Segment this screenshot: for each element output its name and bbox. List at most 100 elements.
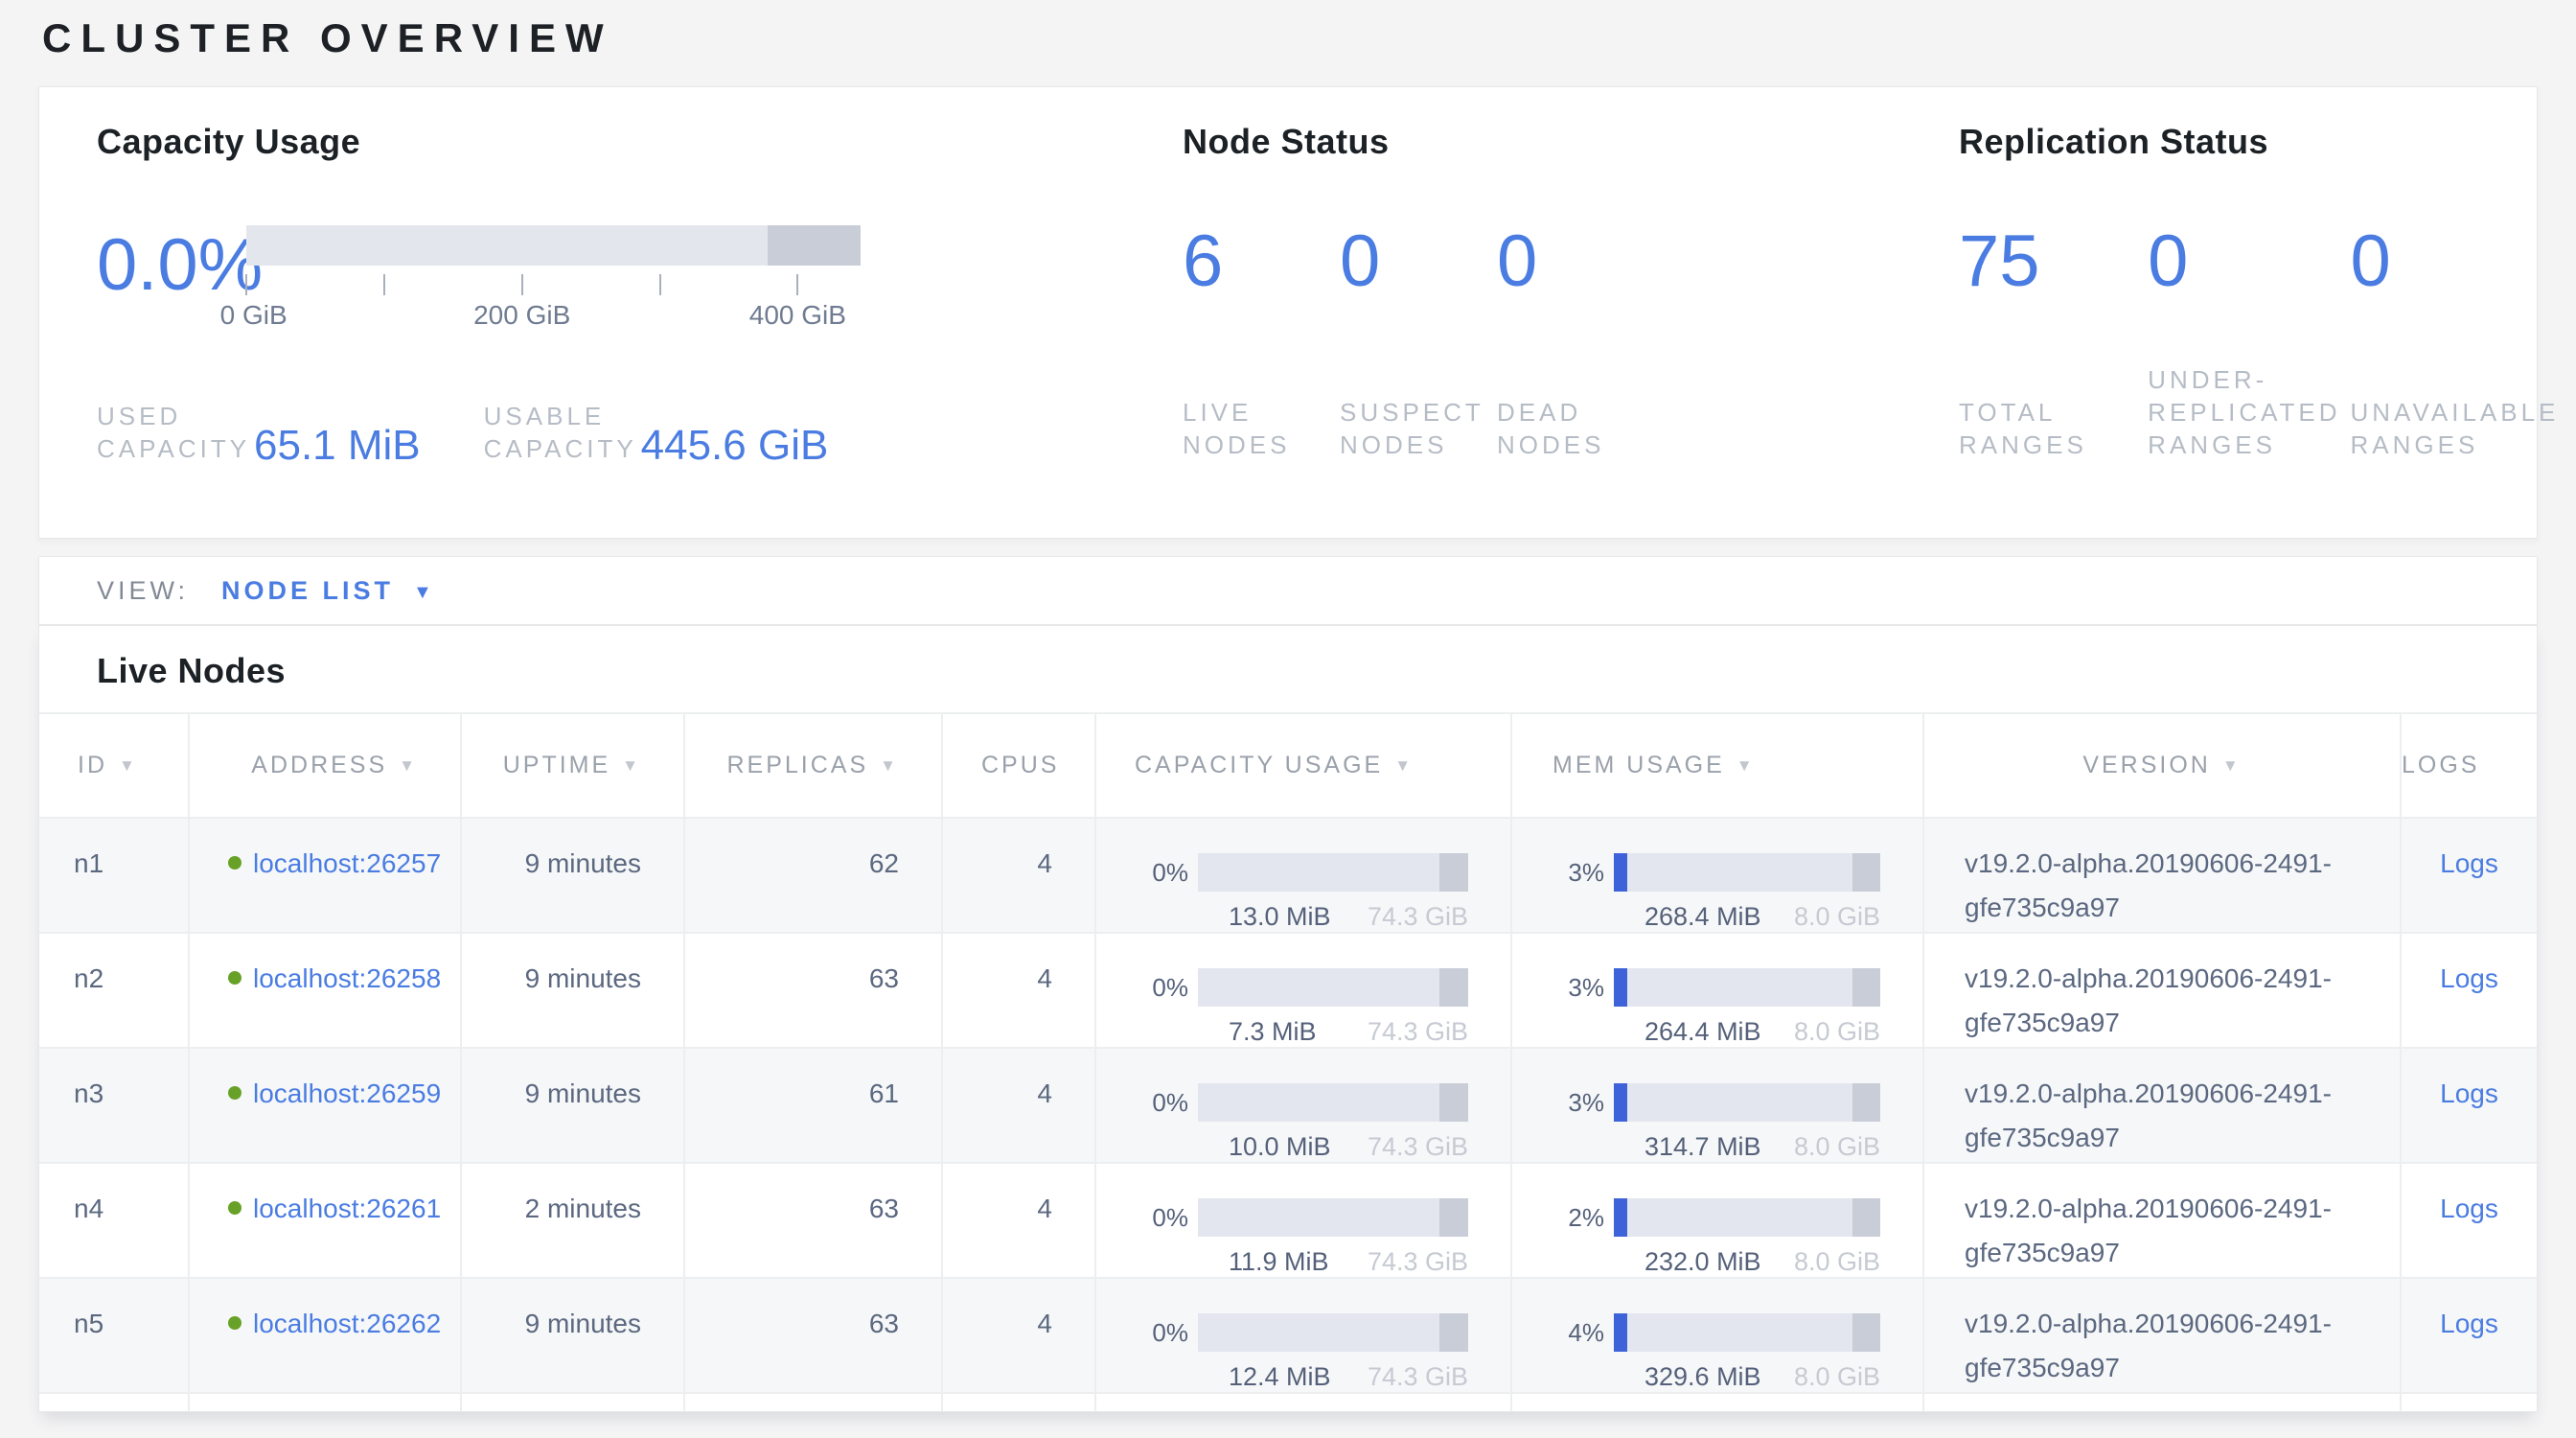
column-header[interactable]: UPTIME ▼: [462, 714, 685, 817]
live-nodes-panel: Live Nodes ID ▼ ADDRESS ▼ UPTIME ▼: [38, 625, 2538, 1412]
mem-bar-fill: [1614, 1313, 1627, 1352]
cpus-cell: 4: [943, 1049, 1096, 1171]
replicas-cell: 63: [685, 1279, 943, 1402]
capacity-bar: [1198, 1083, 1468, 1122]
table-row: n5 localhost:26262 9 minutes 63 4 0%: [39, 1277, 2537, 1392]
uptime-cell: 9 minutes: [462, 1279, 685, 1402]
capacity-usage-cell: 0% 7.3 MiB 74.3 GiB: [1096, 934, 1512, 1056]
node-address-link[interactable]: localhost:26261: [253, 1187, 445, 1231]
column-header[interactable]: CAPACITY USAGE ▼: [1096, 714, 1512, 817]
cluster-overview-page: CLUSTER OVERVIEW Capacity Usage 0.0% 0 G…: [0, 0, 2576, 1438]
capacity-bar: [1198, 968, 1468, 1007]
table-row: n4 localhost:26261 2 minutes 63 4 0%: [39, 1162, 2537, 1277]
mem-percent-label: 2%: [1551, 1205, 1614, 1230]
column-header[interactable]: LOGS: [2402, 714, 2537, 817]
node-status-title: Node Status: [1183, 122, 1959, 162]
summary-panel: Capacity Usage 0.0% 0 GiB 200 GiB 400 Gi…: [38, 86, 2538, 539]
node-id-cell: n1: [39, 819, 190, 941]
column-header[interactable]: REPLICAS ▼: [685, 714, 943, 817]
node-id-cell: n4: [39, 1164, 190, 1287]
capacity-usage-section: Capacity Usage 0.0% 0 GiB 200 GiB 400 Gi…: [97, 122, 1183, 538]
sort-desc-icon: ▼: [1736, 756, 1756, 776]
logs-link[interactable]: Logs: [2440, 1194, 2498, 1223]
column-header-label: MEM USAGE: [1552, 752, 1725, 779]
partial-next-row: [39, 1392, 2537, 1412]
stat-value: 0: [2148, 225, 2340, 298]
replication-status-title: Replication Status: [1959, 122, 2576, 162]
logs-link[interactable]: Logs: [2440, 1078, 2498, 1108]
node-address-link[interactable]: localhost:26259: [253, 1072, 445, 1116]
stat-label: SUSPECT NODES: [1340, 396, 1474, 461]
node-address-link[interactable]: localhost:26258: [253, 957, 445, 1001]
view-bar: VIEW: NODE LIST ▼: [38, 556, 2538, 625]
stat-value: 0: [1497, 225, 1631, 298]
mem-bar-end-segment: [1852, 968, 1880, 1007]
axis-tick-label: 400 GiB: [749, 300, 846, 331]
capacity-usage-bar: 0 GiB 200 GiB 400 GiB: [246, 225, 861, 329]
logs-link[interactable]: Logs: [2440, 848, 2498, 878]
logs-link[interactable]: Logs: [2440, 1309, 2498, 1338]
column-header[interactable]: CPUS: [943, 714, 1096, 817]
sort-desc-icon: ▼: [1394, 756, 1414, 776]
capacity-percent-label: 0%: [1135, 1090, 1198, 1115]
version-cell: v19.2.0-alpha.20190606-2491-gfe735c9a97: [1924, 934, 2402, 1056]
node-address-cell: localhost:26257: [190, 819, 462, 941]
stat-label: DEAD NODES: [1497, 396, 1631, 461]
capacity-percent-label: 0%: [1135, 1320, 1198, 1345]
mem-bar-fill: [1614, 1198, 1627, 1237]
table-row: n1 localhost:26257 9 minutes 62 4 0%: [39, 817, 2537, 932]
column-header-label: UPTIME: [503, 752, 610, 779]
mem-usage-cell: 4% 329.6 MiB 8.0 GiB: [1512, 1279, 1924, 1402]
logs-cell: Logs: [2402, 1279, 2537, 1402]
table-header-row: ID ▼ ADDRESS ▼ UPTIME ▼ REPLICAS ▼: [39, 712, 2537, 817]
column-header-label: CPUS: [981, 752, 1059, 779]
stat-label: UNAVAILABLE RANGES: [2351, 396, 2576, 461]
column-header[interactable]: ADDRESS ▼: [190, 714, 462, 817]
capacity-percent-label: 0%: [1135, 1205, 1198, 1230]
stat-label: TOTAL RANGES: [1959, 396, 2125, 461]
node-live-icon: [228, 856, 242, 870]
summary-stat: 75 TOTAL RANGES: [1959, 225, 2148, 461]
node-address-cell: localhost:26258: [190, 934, 462, 1056]
sort-desc-icon: ▼: [880, 756, 899, 776]
sort-desc-icon: ▼: [2222, 756, 2242, 776]
chevron-down-icon: ▼: [413, 582, 432, 604]
capacity-axis: 0 GiB 200 GiB 400 GiB: [246, 266, 861, 329]
column-header-label: LOGS: [2402, 752, 2479, 779]
capacity-percent-label: 0%: [1135, 975, 1198, 1000]
version-cell: v19.2.0-alpha.20190606-2491-gfe735c9a97: [1924, 1049, 2402, 1171]
column-header-label: CAPACITY USAGE: [1135, 752, 1383, 779]
axis-tick-label: 200 GiB: [473, 300, 570, 331]
mem-bar-end-segment: [1852, 1198, 1880, 1237]
node-live-icon: [228, 971, 242, 985]
mem-bar-end-segment: [1852, 1083, 1880, 1122]
page-title: CLUSTER OVERVIEW: [42, 15, 613, 61]
stat-value: 6: [1183, 225, 1317, 298]
sort-desc-icon: ▼: [119, 756, 138, 776]
used-capacity-value: 65.1 MiB: [254, 427, 421, 465]
cpus-cell: 4: [943, 1279, 1096, 1402]
live-nodes-title: Live Nodes: [39, 626, 2537, 691]
capacity-bar-end-segment: [1439, 1198, 1468, 1237]
view-selector-dropdown[interactable]: NODE LIST ▼: [221, 576, 432, 606]
node-address-link[interactable]: localhost:26262: [253, 1302, 445, 1346]
replication-status-section: Replication Status 75 TOTAL RANGES 0 UND…: [1959, 122, 2576, 538]
column-header[interactable]: ID ▼: [39, 714, 190, 817]
replicas-cell: 61: [685, 1049, 943, 1171]
mem-bar: [1614, 1083, 1880, 1122]
version-cell: v19.2.0-alpha.20190606-2491-gfe735c9a97: [1924, 819, 2402, 941]
mem-usage-cell: 2% 232.0 MiB 8.0 GiB: [1512, 1164, 1924, 1287]
stat-label: LIVE NODES: [1183, 396, 1317, 461]
capacity-bar-end-segment: [1439, 968, 1468, 1007]
node-address-cell: localhost:26262: [190, 1279, 462, 1402]
table-row: n2 localhost:26258 9 minutes 63 4 0%: [39, 932, 2537, 1047]
mem-bar-end-segment: [1852, 1313, 1880, 1352]
logs-link[interactable]: Logs: [2440, 963, 2498, 993]
sort-desc-icon: ▼: [399, 756, 418, 776]
mem-percent-label: 3%: [1551, 1090, 1614, 1115]
node-address-cell: localhost:26259: [190, 1049, 462, 1171]
column-header[interactable]: MEM USAGE ▼: [1512, 714, 1924, 817]
replicas-cell: 63: [685, 934, 943, 1056]
column-header[interactable]: VERSION ▼: [1924, 714, 2402, 817]
node-address-link[interactable]: localhost:26257: [253, 842, 445, 886]
